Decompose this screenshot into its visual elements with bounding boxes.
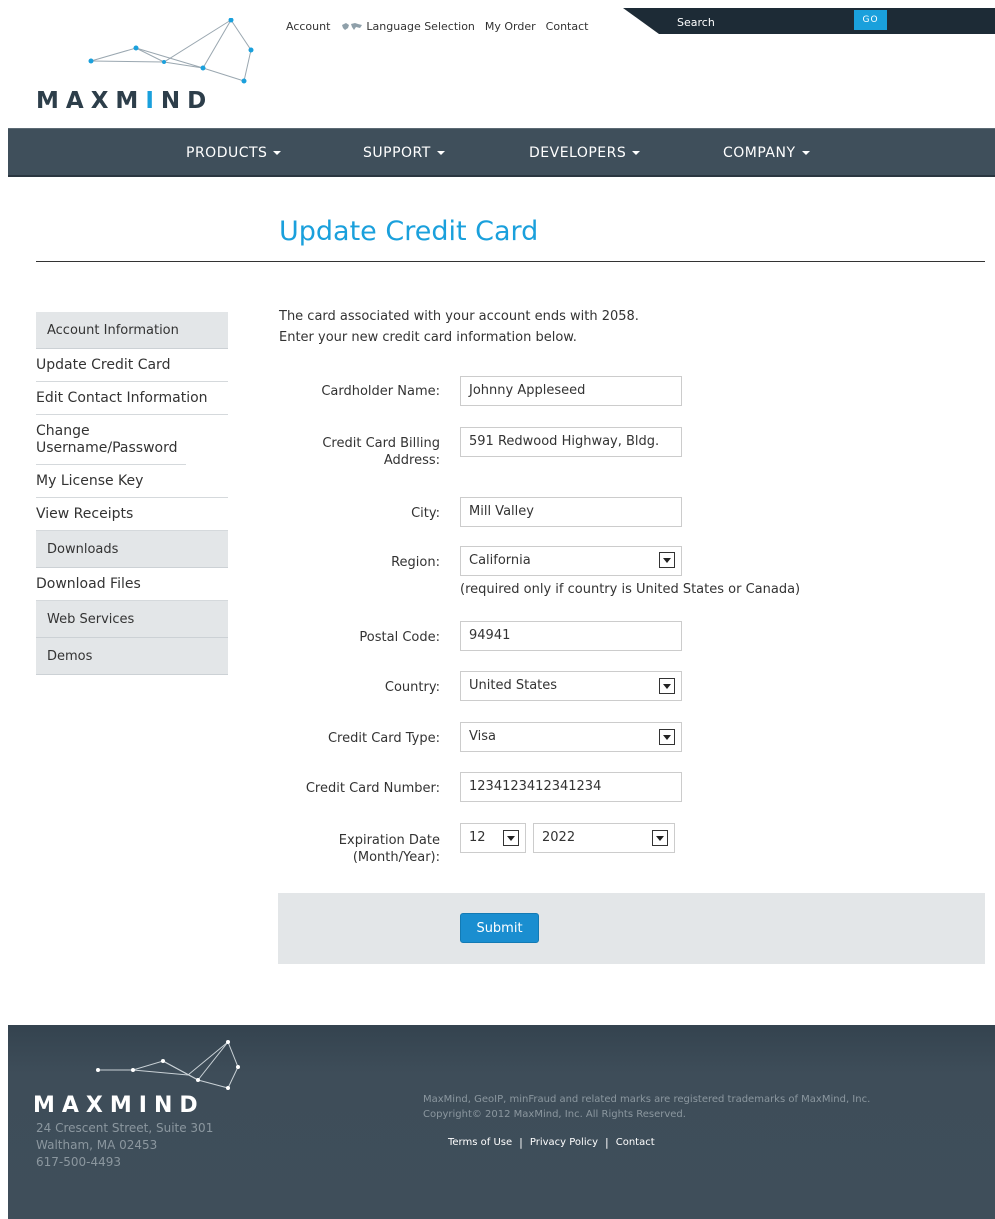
main-nav: PRODUCTS SUPPORT DEVELOPERS COMPANY — [8, 128, 995, 177]
expiration-year-select[interactable]: 2022 — [533, 823, 675, 853]
postal-code-label: Postal Code: — [359, 630, 440, 645]
nav-support[interactable]: SUPPORT — [363, 145, 445, 161]
card-type-select[interactable]: Visa — [460, 722, 682, 752]
copyright-notice: Copyright© 2012 MaxMind, Inc. All Rights… — [423, 1109, 686, 1120]
footer-address: 24 Crescent Street, Suite 301 Waltham, M… — [36, 1121, 214, 1169]
country-selected-value: United States — [469, 678, 558, 693]
sidebar-item-my-license-key[interactable]: My License Key — [36, 465, 228, 498]
region-label: Region: — [391, 555, 440, 570]
card-type-selected-value: Visa — [469, 729, 496, 744]
site-header: MAXMIND Account Language Selection My Or… — [8, 8, 995, 128]
language-selection-link[interactable]: Language Selection — [340, 20, 475, 33]
sidebar-item-view-receipts[interactable]: View Receipts — [36, 498, 228, 531]
logo-network-graphic — [88, 18, 254, 84]
billing-address-label: Credit Card Billing Address: — [322, 436, 440, 468]
region-select[interactable]: California — [460, 546, 682, 576]
chevron-down-icon — [659, 678, 675, 694]
title-divider — [36, 261, 985, 262]
chevron-down-icon — [652, 830, 668, 846]
sidebar-heading-demos[interactable]: Demos — [36, 638, 228, 675]
expiration-month-value: 12 — [469, 830, 486, 845]
account-link[interactable]: Account — [286, 20, 330, 33]
link-separator: | — [519, 1136, 523, 1149]
sidebar-heading-downloads[interactable]: Downloads — [36, 531, 228, 568]
sidebar-heading-account-information[interactable]: Account Information — [36, 312, 228, 349]
page-title: Update Credit Card — [279, 216, 539, 247]
city-input[interactable]: Mill Valley — [460, 497, 682, 527]
chevron-down-icon — [659, 552, 675, 568]
nav-developers[interactable]: DEVELOPERS — [529, 145, 641, 161]
world-map-icon — [342, 23, 363, 30]
intro-text: The card associated with your account en… — [279, 306, 639, 348]
card-number-input[interactable]: 1234123412341234 — [460, 772, 682, 802]
sidebar-item-download-files[interactable]: Download Files — [36, 568, 228, 601]
sidebar-item-update-credit-card[interactable]: Update Credit Card — [36, 349, 228, 382]
search-bar[interactable]: Search GO — [623, 8, 995, 38]
submit-button[interactable]: Submit — [460, 913, 539, 943]
site-footer: MAXMIND 24 Crescent Street, Suite 301 Wa… — [8, 1025, 995, 1219]
footer-logo-wordmark: MAXMIND — [33, 1093, 205, 1118]
footer-logo-network-graphic — [96, 1040, 240, 1090]
logo-wordmark: MAXMIND — [36, 88, 214, 114]
caret-down-icon — [632, 151, 641, 155]
chevron-down-icon — [503, 830, 519, 846]
search-go-button[interactable]: GO — [854, 10, 887, 30]
footer-logo[interactable]: MAXMIND — [33, 1040, 253, 1130]
trademark-notice: MaxMind, GeoIP, minFraud and related mar… — [423, 1094, 871, 1105]
expiration-year-value: 2022 — [542, 830, 576, 845]
search-input[interactable]: Search — [677, 16, 715, 29]
billing-address-input[interactable]: 591 Redwood Highway, Bldg. — [460, 427, 682, 457]
caret-down-icon — [436, 151, 445, 155]
page: MAXMIND Account Language Selection My Or… — [8, 8, 995, 1219]
utility-links: Account Language Selection My Order Cont… — [286, 20, 588, 33]
cardholder-name-label: Cardholder Name: — [321, 384, 440, 399]
caret-down-icon — [273, 151, 282, 155]
maxmind-logo[interactable]: MAXMIND — [36, 18, 266, 118]
card-number-label: Credit Card Number: — [305, 781, 440, 796]
city-label: City: — [411, 506, 440, 521]
nav-products[interactable]: PRODUCTS — [186, 145, 282, 161]
expiration-month-select[interactable]: 12 — [460, 823, 526, 853]
caret-down-icon — [801, 151, 810, 155]
privacy-policy-link[interactable]: Privacy Policy — [530, 1137, 598, 1148]
card-type-label: Credit Card Type: — [327, 731, 440, 746]
country-select[interactable]: United States — [460, 671, 682, 701]
sidebar-item-edit-contact-information[interactable]: Edit Contact Information — [36, 382, 228, 415]
country-label: Country: — [384, 680, 440, 695]
sidebar-heading-web-services[interactable]: Web Services — [36, 601, 228, 638]
intro-line-instructions: Enter your new credit card information b… — [279, 330, 577, 345]
account-sidebar: Account Information Update Credit Card E… — [36, 312, 228, 675]
intro-line-card-ending: The card associated with your account en… — [279, 309, 639, 324]
footer-contact-link[interactable]: Contact — [616, 1137, 655, 1148]
region-note: (required only if country is United Stat… — [460, 582, 801, 597]
nav-company[interactable]: COMPANY — [723, 145, 810, 161]
chevron-down-icon — [659, 729, 675, 745]
link-separator: | — [605, 1136, 609, 1149]
expiration-date-label: Expiration Date (Month/Year): — [338, 833, 440, 865]
contact-link[interactable]: Contact — [546, 20, 589, 33]
region-selected-value: California — [469, 553, 531, 568]
sidebar-item-change-username-password[interactable]: Change Username/Password — [36, 415, 186, 465]
form-actions-bar: Submit — [278, 893, 985, 964]
postal-code-input[interactable]: 94941 — [460, 621, 682, 651]
footer-links: Terms of Use | Privacy Policy | Contact — [448, 1136, 655, 1149]
my-order-link[interactable]: My Order — [485, 20, 536, 33]
terms-of-use-link[interactable]: Terms of Use — [448, 1137, 512, 1148]
cardholder-name-input[interactable]: Johnny Appleseed — [460, 376, 682, 406]
footer-legal: MaxMind, GeoIP, minFraud and related mar… — [423, 1092, 870, 1122]
